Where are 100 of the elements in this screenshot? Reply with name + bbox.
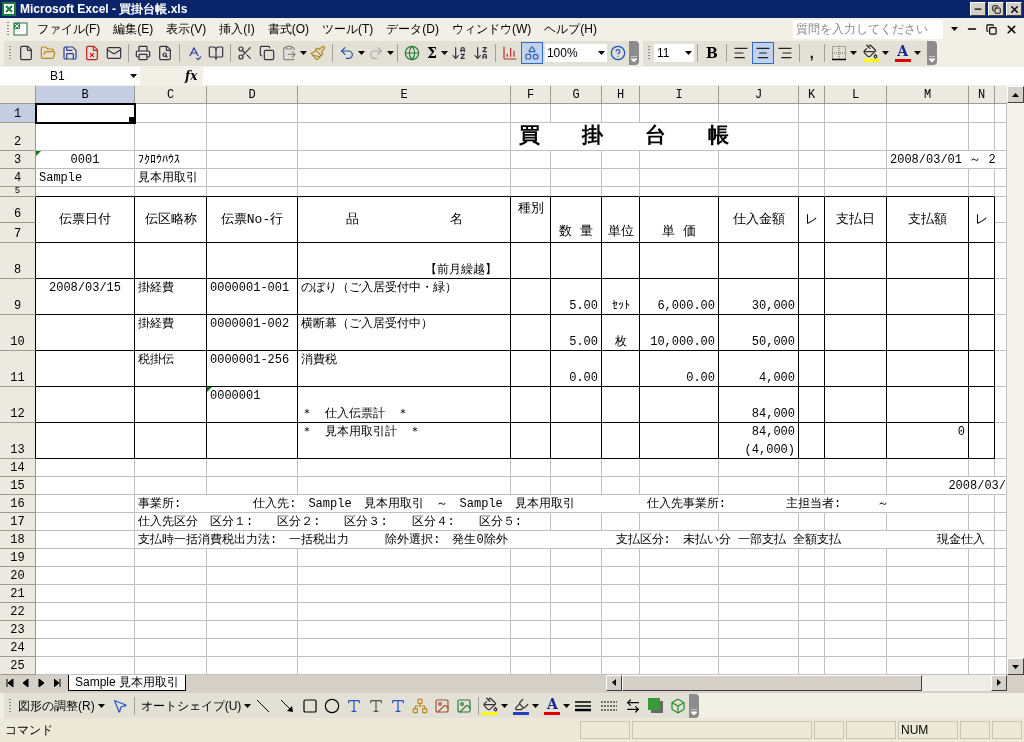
cell[interactable]: [825, 315, 887, 351]
cell[interactable]: [135, 423, 207, 459]
row-header[interactable]: 13: [0, 423, 36, 459]
oval-icon[interactable]: [324, 697, 341, 714]
caret-icon[interactable]: [300, 51, 307, 56]
bold-button[interactable]: B: [700, 43, 723, 64]
cell[interactable]: [825, 387, 887, 423]
column-header[interactable]: K: [799, 86, 825, 104]
row-header[interactable]: 19: [0, 549, 36, 567]
picture-icon[interactable]: [456, 697, 473, 714]
column-header[interactable]: C: [135, 86, 207, 104]
cell[interactable]: 消費税: [298, 351, 511, 387]
cell[interactable]: 10,000.00: [640, 315, 719, 351]
header-cell[interactable]: 伝票No-行: [207, 197, 298, 243]
header-cell[interactable]: 単 価: [640, 197, 719, 243]
autosum-button[interactable]: Σ: [423, 43, 441, 64]
sort-descending-icon[interactable]: [472, 45, 489, 62]
shadow-icon[interactable]: [648, 698, 664, 714]
cell[interactable]: ﾌｸﾛｳﾊｳｽ: [135, 151, 207, 169]
sort-ascending-icon[interactable]: [450, 45, 467, 62]
chart-icon[interactable]: [501, 45, 518, 62]
cell[interactable]: [825, 279, 887, 315]
cell[interactable]: 0000001-256: [207, 351, 298, 387]
cell[interactable]: [511, 387, 551, 423]
cell[interactable]: [799, 351, 825, 387]
header-corner[interactable]: [0, 86, 36, 104]
row-header[interactable]: 17: [0, 513, 36, 531]
column-header[interactable]: N: [969, 86, 995, 104]
arrow-style-icon[interactable]: [625, 697, 642, 714]
menu-item[interactable]: ウィンドウ(W): [452, 20, 532, 39]
menu-item[interactable]: ヘルプ(H): [544, 20, 597, 39]
header-cell[interactable]: 支払日: [825, 197, 887, 243]
book-icon[interactable]: [208, 45, 224, 62]
caret-icon[interactable]: [563, 703, 571, 708]
row-header[interactable]: 4: [0, 169, 36, 187]
spelling-icon[interactable]: [186, 45, 202, 62]
row-header[interactable]: 23: [0, 621, 36, 639]
up-arrow-icon[interactable]: [1012, 92, 1019, 97]
header-cell[interactable]: 伝票日付: [36, 197, 135, 243]
column-header[interactable]: I: [640, 86, 719, 104]
cell[interactable]: 84,000: [719, 387, 799, 423]
cell[interactable]: 0: [887, 423, 969, 459]
cell[interactable]: 4,000: [719, 351, 799, 387]
column-header[interactable]: H: [602, 86, 640, 104]
row-header[interactable]: 14: [0, 459, 36, 477]
close-icon[interactable]: [1005, 22, 1018, 36]
font-color-button[interactable]: A: [897, 44, 909, 60]
row-header[interactable]: 16: [0, 495, 36, 513]
title-cell[interactable]: 買 掛 台 帳: [511, 123, 799, 151]
dash-style-icon[interactable]: [601, 699, 618, 712]
text-box-icon[interactable]: [346, 697, 363, 714]
cell[interactable]: [551, 243, 602, 279]
caret-icon[interactable]: [913, 51, 921, 56]
cell[interactable]: [602, 387, 640, 423]
row-header[interactable]: 8: [0, 243, 36, 279]
row-header[interactable]: 12: [0, 387, 36, 423]
comma-style-button[interactable]: ,: [802, 43, 821, 64]
left-arrow-icon[interactable]: [612, 679, 617, 687]
row-header[interactable]: 11: [0, 351, 36, 387]
cell[interactable]: [799, 423, 825, 459]
menu-item[interactable]: データ(D): [386, 20, 439, 39]
cell[interactable]: [887, 315, 969, 351]
workbook-icon[interactable]: [13, 21, 29, 38]
cell[interactable]: 0000001-001: [207, 279, 298, 315]
row-header[interactable]: 20: [0, 567, 36, 585]
row-header[interactable]: 9: [0, 279, 36, 315]
header-cell[interactable]: 数 量: [551, 197, 602, 243]
print-preview-icon[interactable]: [157, 45, 173, 62]
wordart-icon[interactable]: [390, 697, 407, 714]
cell[interactable]: 【前月繰越】: [298, 243, 511, 279]
cell[interactable]: 掛経費: [135, 279, 207, 315]
horizontal-scrollbar[interactable]: [606, 675, 1007, 691]
cell[interactable]: [887, 387, 969, 423]
function-label[interactable]: fx: [185, 67, 198, 86]
cell[interactable]: [825, 243, 887, 279]
cell[interactable]: 2008/03/01 ～ 2: [887, 151, 1007, 169]
cell[interactable]: [969, 243, 995, 279]
next-sheet-icon[interactable]: [38, 678, 46, 687]
header-cell[interactable]: レ: [969, 197, 995, 243]
cell[interactable]: 支払時一括消費税出力法: 一括税出力 除外選択: 発生0除外 支払区分: 未払い分 一部支払 全額支払 現金仕入: [135, 531, 995, 549]
formula-field[interactable]: [203, 67, 1024, 86]
scissors-icon[interactable]: [237, 45, 253, 62]
menu-item[interactable]: 挿入(I): [219, 20, 255, 39]
document-x-icon[interactable]: [84, 45, 100, 62]
caret-icon[interactable]: [881, 51, 889, 56]
row-header[interactable]: 10: [0, 315, 36, 351]
cell[interactable]: [969, 387, 995, 423]
cell[interactable]: 仕入先区分 区分１: 区分２: 区分３: 区分４: 区分５:: [135, 513, 551, 531]
row-header[interactable]: 15: [0, 477, 36, 495]
caret-icon[interactable]: [849, 51, 857, 56]
cell[interactable]: のぼり（ご入居受付中・緑）: [298, 279, 511, 315]
font-color-button[interactable]: A: [546, 696, 558, 712]
cell[interactable]: ＊ 仕入伝票計 ＊: [298, 387, 511, 423]
caret-icon[interactable]: [597, 51, 605, 56]
cell[interactable]: 0.00: [640, 351, 719, 387]
vertical-scrollbar[interactable]: [1007, 86, 1024, 675]
cell[interactable]: ＊ 見本用取引計 ＊: [298, 423, 511, 459]
cell[interactable]: [799, 387, 825, 423]
cell[interactable]: 0000001-002: [207, 315, 298, 351]
header-cell[interactable]: 伝区略称: [135, 197, 207, 243]
